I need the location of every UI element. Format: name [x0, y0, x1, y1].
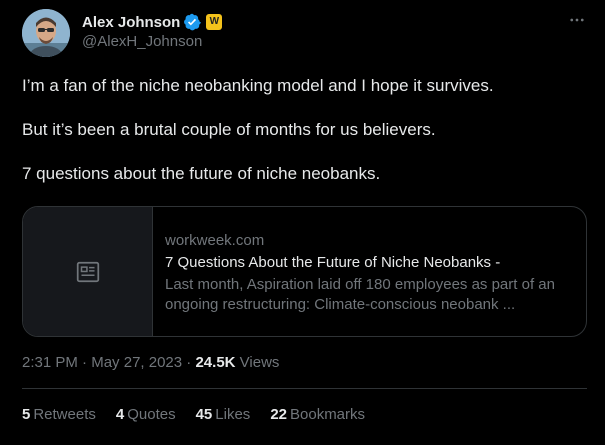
author-display-name[interactable]: Alex Johnson — [82, 14, 180, 31]
card-description: Last month, Aspiration laid off 180 empl… — [165, 276, 555, 313]
author-handle[interactable]: @AlexH_Johnson — [82, 33, 202, 50]
likes-label: Likes — [215, 406, 251, 423]
meta-separator: · — [182, 354, 196, 371]
quotes-stat[interactable]: 4 Quotes — [116, 405, 176, 425]
quotes-label: Quotes — [127, 406, 176, 423]
card-domain: workweek.com — [165, 232, 265, 249]
avatar-image — [22, 9, 70, 57]
retweets-label: Retweets — [33, 406, 96, 423]
avatar[interactable] — [22, 9, 70, 57]
tweet-meta: 2:31 PM · May 27, 2023 · 24.5K Views — [22, 353, 279, 373]
org-badge-icon[interactable]: W — [206, 14, 223, 30]
meta-separator: · — [77, 354, 92, 371]
tweet-date[interactable]: May 27, 2023 — [91, 354, 182, 371]
bookmarks-label: Bookmarks — [290, 406, 366, 423]
likes-count: 45 — [195, 406, 213, 423]
tweet-text: I’m a fan of the niche neobanking model … — [22, 75, 587, 185]
likes-stat[interactable]: 45 Likes — [196, 405, 251, 425]
tweet-time[interactable]: 2:31 PM — [22, 354, 78, 371]
bookmarks-stat[interactable]: 22 Bookmarks — [270, 405, 365, 425]
verified-badge-icon[interactable] — [183, 13, 202, 31]
quotes-count: 4 — [115, 406, 125, 423]
more-dots-icon — [570, 18, 584, 22]
author-name-row: Alex Johnson W — [82, 12, 223, 32]
card-thumbnail — [23, 207, 153, 336]
article-placeholder-icon — [76, 261, 99, 282]
card-title: 7 Questions About the Future of Niche Ne… — [165, 254, 501, 271]
views-label: Views — [239, 354, 280, 371]
more-options-button[interactable] — [567, 10, 587, 30]
views-count: 24.5K — [195, 354, 236, 371]
bookmarks-count: 22 — [270, 406, 287, 423]
engagement-stats: 5 Retweets 4 Quotes 45 Likes 22 Bookmarks — [22, 405, 365, 425]
tweet-paragraph: I’m a fan of the niche neobanking model … — [22, 76, 494, 95]
retweets-count: 5 — [22, 406, 31, 423]
tweet-paragraph: But it’s been a brutal couple of months … — [22, 120, 436, 139]
tweet-paragraph: 7 questions about the future of niche ne… — [22, 164, 381, 183]
tweet: Alex Johnson W @AlexH_Johnson I’m a fan … — [0, 0, 605, 445]
divider — [22, 388, 587, 389]
card-body: workweek.com 7 Questions About the Futur… — [153, 207, 586, 336]
retweets-stat[interactable]: 5 Retweets — [22, 405, 96, 425]
link-preview-card[interactable]: workweek.com 7 Questions About the Futur… — [22, 206, 587, 337]
